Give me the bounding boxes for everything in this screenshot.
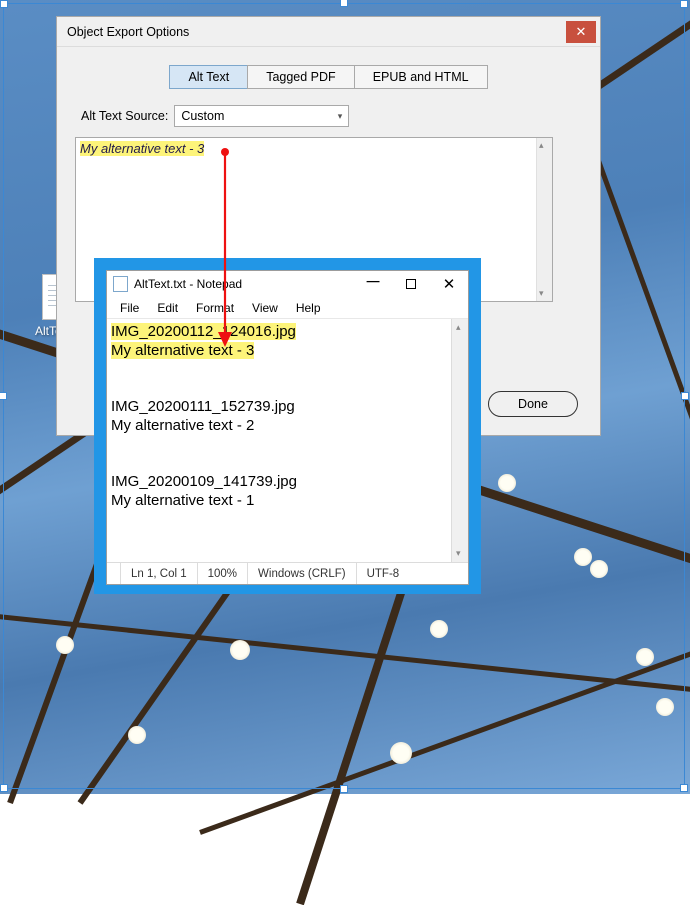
close-button[interactable]: ✕ (430, 272, 468, 296)
menu-edit[interactable]: Edit (150, 299, 185, 317)
tab-alt-text[interactable]: Alt Text (169, 65, 248, 89)
dialog-title: Object Export Options (67, 25, 189, 39)
chevron-down-icon: ▾ (338, 111, 343, 122)
maximize-icon (406, 279, 416, 289)
status-eol: Windows (CRLF) (248, 563, 357, 584)
notepad-title: AltText.txt - Notepad (134, 277, 242, 291)
tab-epub-html[interactable]: EPUB and HTML (354, 65, 488, 89)
notepad-icon (113, 276, 128, 292)
notepad-window-chrome: AltText.txt - Notepad ─ ✕ File Edit Form… (94, 258, 481, 594)
scroll-down-icon: ▾ (539, 288, 544, 299)
alt-source-label: Alt Text Source: (81, 109, 168, 123)
status-position: Ln 1, Col 1 (121, 563, 198, 584)
close-button[interactable]: ✕ (566, 21, 596, 43)
scrollbar[interactable]: ▴ ▾ (451, 319, 468, 562)
done-button[interactable]: Done (488, 391, 578, 417)
scroll-up-icon: ▴ (456, 322, 461, 333)
scroll-down-icon: ▾ (456, 548, 461, 559)
maximize-button[interactable] (392, 272, 430, 296)
scroll-up-icon: ▴ (539, 140, 544, 151)
minimize-button[interactable]: ─ (354, 272, 392, 296)
alt-text-content: My alternative text - 3 (80, 141, 204, 156)
dialog-titlebar[interactable]: Object Export Options ✕ (57, 17, 600, 47)
tab-tagged-pdf[interactable]: Tagged PDF (247, 65, 354, 89)
close-icon: ✕ (576, 24, 587, 40)
menu-view[interactable]: View (245, 299, 285, 317)
alt-source-dropdown[interactable]: Custom ▾ (174, 105, 349, 127)
notepad-menubar: File Edit Format View Help (107, 297, 468, 319)
status-encoding: UTF-8 (357, 563, 410, 584)
notepad-text-area[interactable]: IMG_20200112_124016.jpg My alternative t… (107, 319, 451, 562)
tabstrip: Alt Text Tagged PDF EPUB and HTML (75, 65, 582, 89)
alt-source-value: Custom (181, 109, 224, 123)
scrollbar[interactable]: ▴ ▾ (536, 138, 552, 301)
status-zoom: 100% (198, 563, 248, 584)
menu-help[interactable]: Help (289, 299, 328, 317)
notepad-titlebar[interactable]: AltText.txt - Notepad ─ ✕ (107, 271, 468, 297)
close-icon: ✕ (443, 275, 456, 293)
menu-file[interactable]: File (113, 299, 146, 317)
notepad-statusbar: Ln 1, Col 1 100% Windows (CRLF) UTF-8 (107, 562, 468, 584)
menu-format[interactable]: Format (189, 299, 241, 317)
minimize-icon: ─ (367, 271, 380, 292)
notepad-window: AltText.txt - Notepad ─ ✕ File Edit Form… (106, 270, 469, 585)
